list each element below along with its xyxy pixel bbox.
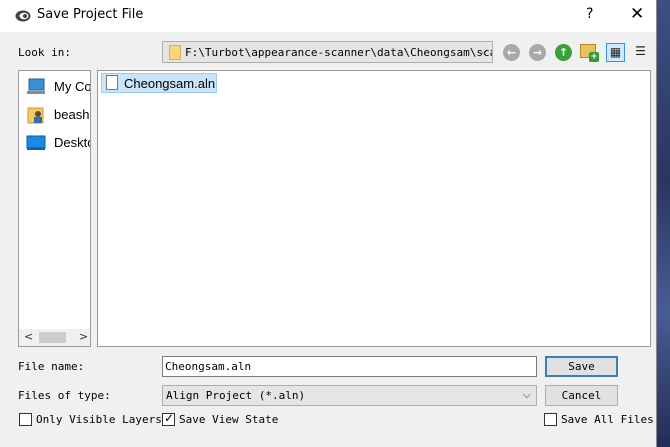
- checkbox-label: Save View State: [179, 413, 279, 426]
- desktop-icon: [26, 135, 46, 150]
- list-item[interactable]: Cheongsam.aln: [101, 73, 217, 93]
- list-view-button[interactable]: ▦: [606, 43, 625, 62]
- help-button[interactable]: ?: [586, 6, 593, 22]
- files-of-type-label: Files of type:: [18, 389, 111, 402]
- places-sidebar: My Co beash Deskto < >: [18, 70, 91, 347]
- up-arrow-icon: ↑: [558, 46, 569, 59]
- detail-view-button[interactable]: ☰: [631, 43, 650, 62]
- sidebar-item-desktop[interactable]: Deskto: [26, 132, 91, 154]
- file-name-input[interactable]: [165, 359, 525, 374]
- window-title: Save Project File: [37, 7, 144, 22]
- chevron-down-icon[interactable]: ⌵: [523, 388, 531, 402]
- cancel-button[interactable]: Cancel: [545, 385, 618, 406]
- file-name-field[interactable]: [162, 356, 537, 377]
- sidebar-item-user[interactable]: beash: [26, 104, 90, 126]
- close-button[interactable]: ✕: [630, 4, 644, 24]
- folder-icon: [169, 45, 181, 60]
- checkbox-box[interactable]: ✓: [162, 411, 175, 426]
- save-project-dialog: Save Project File ? ✕ Look in: F:\Turbot…: [0, 0, 657, 447]
- look-in-path: F:\Turbot\appearance-scanner\data\Cheong…: [185, 46, 493, 59]
- computer-icon: [27, 78, 45, 94]
- file-type-value: Align Project (*.aln): [166, 389, 306, 402]
- sidebar-item-label: Deskto: [54, 135, 91, 150]
- checkbox-box[interactable]: [19, 413, 32, 426]
- back-arrow-icon: ←: [506, 46, 517, 59]
- sidebar-item-my-computer[interactable]: My Co: [26, 76, 91, 98]
- app-logo-icon: [15, 10, 31, 22]
- file-name-label: File name:: [18, 360, 85, 373]
- back-button[interactable]: ←: [503, 44, 520, 61]
- sidebar-item-label: beash: [54, 107, 90, 122]
- file-icon: [106, 75, 118, 90]
- detail-list-icon: ☰: [635, 44, 646, 58]
- look-in-label: Look in:: [18, 46, 71, 59]
- forward-button[interactable]: →: [529, 44, 546, 61]
- new-folder-icon: +: [589, 52, 599, 62]
- checkmark-icon: ✓: [164, 411, 175, 425]
- title-bar[interactable]: Save Project File ? ✕: [0, 0, 656, 32]
- file-name: Cheongsam.aln: [124, 76, 216, 91]
- forward-arrow-icon: →: [532, 46, 543, 59]
- scroll-right-icon[interactable]: >: [79, 330, 88, 343]
- sidebar-horizontal-scrollbar[interactable]: < >: [19, 329, 90, 346]
- scroll-left-icon[interactable]: <: [24, 330, 33, 343]
- new-folder-button[interactable]: +: [580, 44, 599, 62]
- up-folder-button[interactable]: ↑: [555, 44, 572, 61]
- checkbox-label: Only Visible Layers: [36, 413, 162, 426]
- sidebar-item-label: My Co: [54, 79, 91, 94]
- scrollbar-thumb[interactable]: [39, 332, 66, 343]
- checkbox-label: Save All Files: [561, 413, 654, 426]
- save-button[interactable]: Save: [545, 356, 618, 377]
- checkbox-box[interactable]: [544, 413, 557, 426]
- look-in-combobox[interactable]: F:\Turbot\appearance-scanner\data\Cheong…: [162, 41, 493, 63]
- file-type-combobox[interactable]: Align Project (*.aln) ⌵: [162, 385, 537, 406]
- chevron-down-icon[interactable]: ⌵: [480, 44, 488, 58]
- list-view-icon: ▦: [609, 45, 622, 59]
- desktop-background: [656, 0, 670, 447]
- user-folder-icon: [27, 107, 44, 124]
- file-list[interactable]: Cheongsam.aln: [97, 70, 651, 347]
